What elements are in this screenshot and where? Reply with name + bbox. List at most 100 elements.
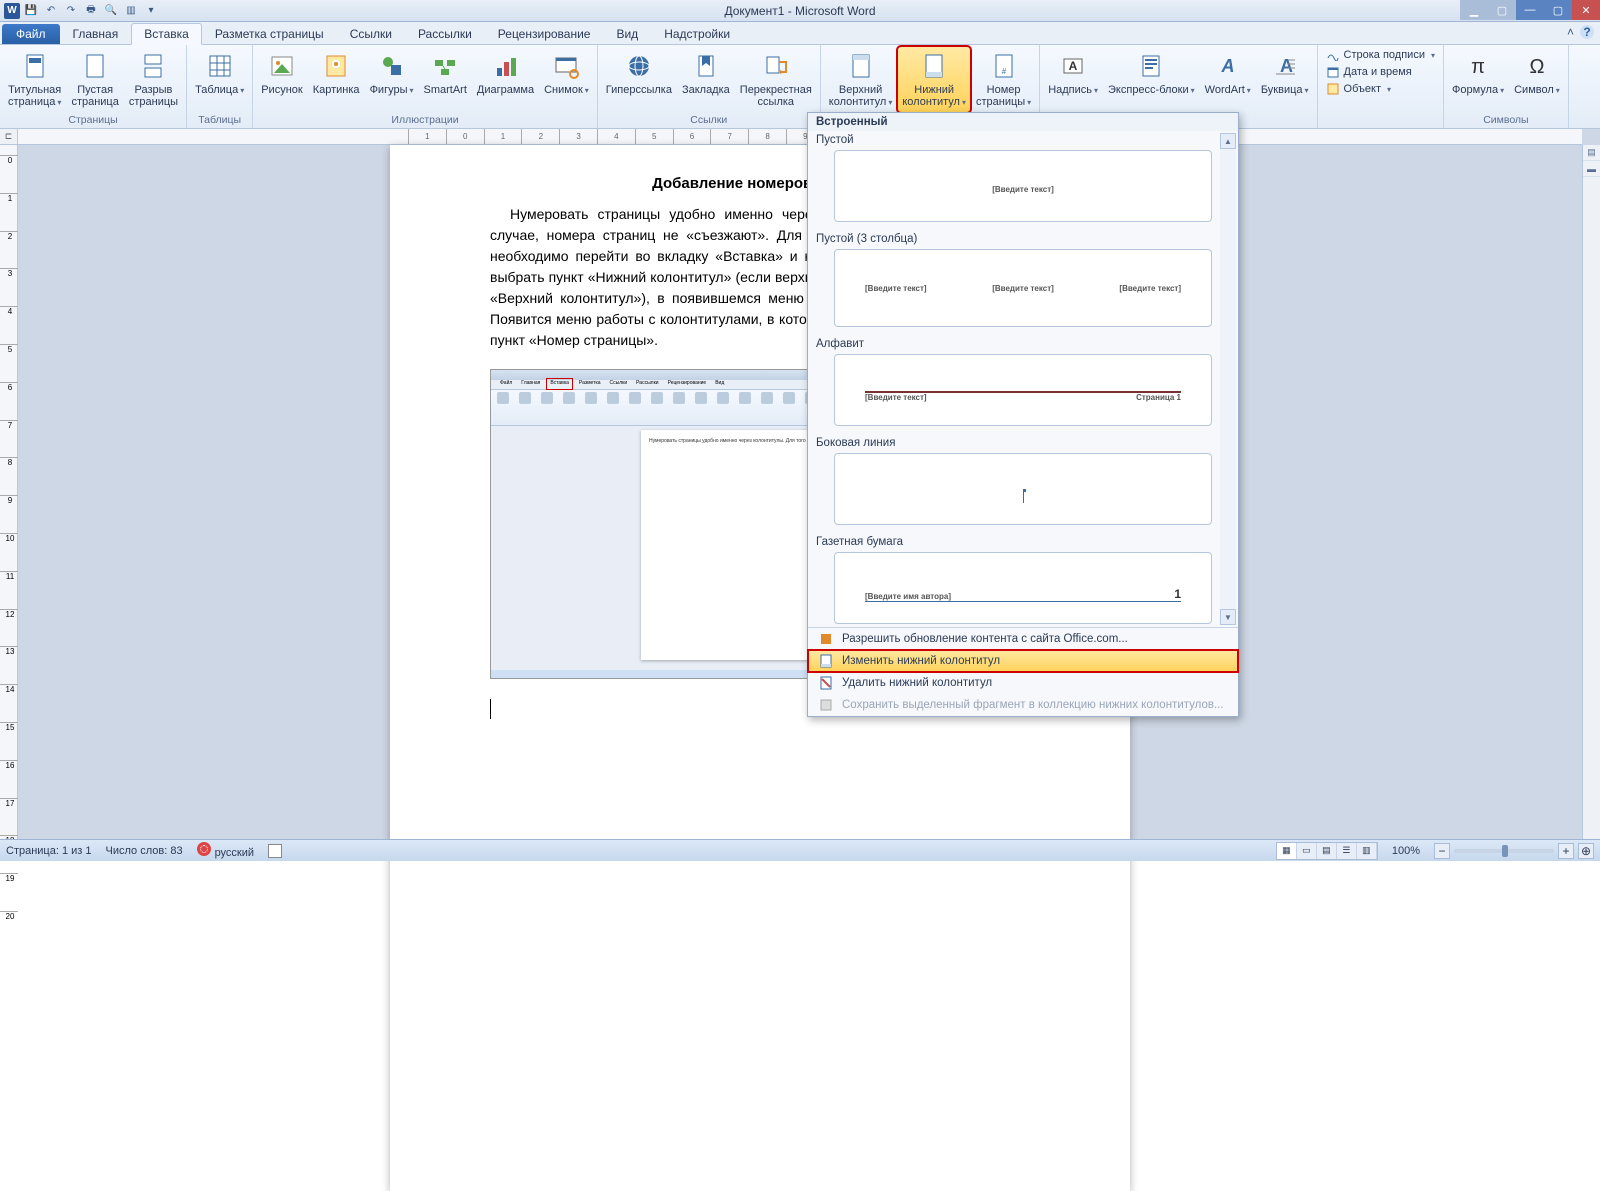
zoom-in-button[interactable]: + — [1558, 843, 1574, 859]
textbox-button[interactable]: AНадпись — [1044, 47, 1102, 100]
bookmark-icon — [690, 50, 722, 82]
outline-view-icon[interactable]: ☰ — [1337, 843, 1357, 859]
tab-mailings[interactable]: Рассылки — [405, 23, 485, 44]
group-label: Иллюстрации — [257, 112, 593, 128]
crossref-button[interactable]: Перекрестная ссылка — [736, 47, 816, 111]
window-maximize-button[interactable]: ▢ — [1544, 0, 1572, 20]
tab-review[interactable]: Рецензирование — [485, 23, 604, 44]
footer-button[interactable]: Нижний колонтитул — [898, 47, 970, 112]
svg-text:A: A — [1280, 56, 1293, 76]
tab-references[interactable]: Ссылки — [337, 23, 405, 44]
svg-text:Ω: Ω — [1529, 56, 1544, 78]
gallery-item-preview[interactable] — [834, 453, 1212, 525]
gallery-item-preview[interactable]: [Введите имя автора]1 — [834, 552, 1212, 624]
help-icon[interactable]: ? — [1580, 25, 1594, 39]
web-layout-view-icon[interactable]: ▤ — [1317, 843, 1337, 859]
zoom-percent[interactable]: 100% — [1392, 845, 1420, 857]
svg-text:A: A — [1069, 59, 1078, 73]
hyperlink-button[interactable]: Гиперссылка — [602, 47, 676, 99]
gallery-item-preview[interactable]: [Введите текст][Введите текст][Введите т… — [834, 249, 1212, 327]
draft-view-icon[interactable]: ▥ — [1357, 843, 1377, 859]
shapes-button[interactable]: Фигуры — [366, 47, 418, 100]
menu-item-label: Изменить нижний колонтитул — [842, 655, 1000, 667]
ribbon-collapse-icon[interactable]: ˄ — [1567, 25, 1574, 39]
screenshot-icon — [550, 50, 582, 82]
table-button[interactable]: Таблица — [191, 47, 248, 100]
gallery-item-preview[interactable]: [Введите текст] — [834, 150, 1212, 222]
zoom-out-button[interactable]: − — [1434, 843, 1450, 859]
zoom-slider[interactable] — [1454, 849, 1554, 853]
cover-page-button[interactable]: Титульная страница — [4, 47, 65, 112]
qat-customize-icon[interactable]: ▾ — [142, 2, 160, 20]
right-scroll-strip: ▤ ▬ — [1582, 145, 1600, 839]
tab-home[interactable]: Главная — [60, 23, 132, 44]
status-word-count[interactable]: Число слов: 83 — [106, 845, 183, 857]
delete-footer-icon — [818, 675, 834, 691]
gallery-scrollbar[interactable]: ▲ ▼ — [1220, 133, 1236, 625]
signature-button[interactable]: Строка подписи — [1322, 47, 1439, 63]
screenshot-button[interactable]: Снимок — [540, 47, 593, 100]
datetime-button[interactable]: Дата и время — [1322, 64, 1439, 80]
bookmark-button[interactable]: Закладка — [678, 47, 734, 99]
gallery-menu-item[interactable]: Изменить нижний колонтитул — [808, 650, 1238, 672]
object-button[interactable]: Объект — [1322, 81, 1439, 97]
tab-view[interactable]: Вид — [603, 23, 651, 44]
equation-button[interactable]: πФормула — [1448, 47, 1508, 100]
file-tab[interactable]: Файл — [2, 24, 60, 44]
window-minimize-button[interactable]: — — [1516, 0, 1544, 20]
dropcap-button[interactable]: AБуквица — [1257, 47, 1313, 100]
print-layout-view-icon[interactable]: ▦ — [1277, 843, 1297, 859]
ribbon-group: ТаблицаТаблицы — [187, 45, 253, 128]
page-break-button[interactable]: Разрыв страницы — [125, 47, 182, 111]
qat-undo-icon[interactable]: ↶ — [42, 2, 60, 20]
split-view-icon[interactable]: ▤ — [1583, 145, 1600, 161]
scroll-down-icon[interactable]: ▼ — [1220, 609, 1236, 625]
quickparts-icon — [1135, 50, 1167, 82]
scroll-up-icon[interactable]: ▲ — [1220, 133, 1236, 149]
macro-record-icon[interactable] — [268, 844, 282, 858]
horizontal-ruler[interactable]: 10123456789101112131415161718 — [18, 129, 1582, 145]
gallery-menu-item[interactable]: Разрешить обновление контента с сайта Of… — [808, 628, 1238, 650]
zoom-fit-icon[interactable]: ⊕ — [1578, 843, 1594, 859]
vertical-ruler[interactable]: 01234567891011121314151617181920 — [0, 145, 18, 839]
ruler-toggle[interactable]: ⊏ — [0, 129, 18, 145]
button-label: Номер страницы — [976, 84, 1031, 109]
button-label: Рисунок — [261, 84, 303, 96]
clipart-button[interactable]: Картинка — [309, 47, 364, 99]
save-selection-icon — [818, 697, 834, 713]
chart-button[interactable]: Диаграмма — [473, 47, 538, 99]
ribbon-restore-button[interactable]: ▢ — [1488, 0, 1516, 20]
gallery-item-name: Пустой — [808, 131, 1238, 146]
tab-page-layout[interactable]: Разметка страницы — [202, 23, 337, 44]
qat-print-icon[interactable]: 🖶 — [82, 2, 100, 20]
qat-save-icon[interactable]: 💾 — [22, 2, 40, 20]
qat-redo-icon[interactable]: ↷ — [62, 2, 80, 20]
header-button[interactable]: Верхний колонтитул — [825, 47, 897, 112]
status-language[interactable]: русский — [197, 842, 254, 859]
qat-open-icon[interactable]: ▥ — [122, 2, 140, 20]
smartart-icon — [429, 50, 461, 82]
cover-page-icon — [19, 50, 51, 82]
dropcap-icon: A — [1269, 50, 1301, 82]
word-app-icon[interactable]: W — [4, 3, 20, 19]
gallery-menu-item[interactable]: Удалить нижний колонтитул — [808, 672, 1238, 694]
button-label: Перекрестная ссылка — [740, 84, 812, 108]
symbol-button[interactable]: Ω Символ — [1510, 47, 1564, 100]
wordart-button[interactable]: AWordArt — [1201, 47, 1255, 100]
qat-preview-icon[interactable]: 🔍 — [102, 2, 120, 20]
gallery-item-name: Алфавит — [808, 335, 1238, 350]
fullscreen-reading-view-icon[interactable]: ▭ — [1297, 843, 1317, 859]
picture-button[interactable]: Рисунок — [257, 47, 307, 99]
tab-addins[interactable]: Надстройки — [651, 23, 743, 44]
ribbon-minimize-button[interactable]: ▁ — [1460, 0, 1488, 20]
gallery-item-preview[interactable]: [Введите текст]Страница 1 — [834, 354, 1212, 426]
tab-insert[interactable]: Вставка — [131, 23, 202, 45]
blank-page-button[interactable]: Пустая страница — [67, 47, 122, 111]
status-page[interactable]: Страница: 1 из 1 — [6, 845, 92, 857]
button-label: Символ — [1514, 84, 1560, 97]
smartart-button[interactable]: SmartArt — [420, 47, 471, 99]
quickparts-button[interactable]: Экспресс-блоки — [1104, 47, 1199, 100]
ruler-view-icon[interactable]: ▬ — [1583, 161, 1600, 177]
window-close-button[interactable]: ✕ — [1572, 0, 1600, 20]
page-number-button[interactable]: #Номер страницы — [972, 47, 1035, 112]
